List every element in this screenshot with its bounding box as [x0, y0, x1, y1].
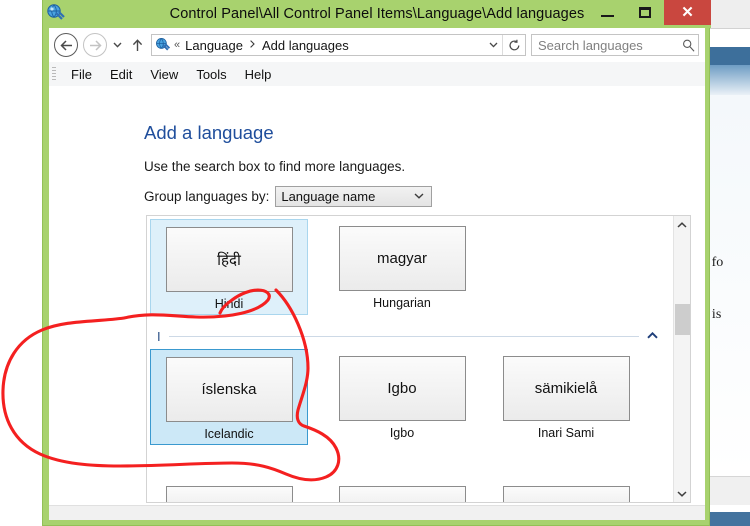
language-tile-label: Igbo [389, 426, 415, 440]
menu-grip-handle[interactable] [52, 67, 56, 81]
search-box[interactable]: Search languages [531, 34, 699, 56]
language-tile-thumbnail: Igbo [338, 356, 466, 421]
address-dropdown-button[interactable] [484, 40, 502, 51]
address-bar[interactable]: « Language Add languages [151, 34, 526, 56]
search-icon[interactable] [678, 39, 698, 52]
language-tile-label: Hungarian [373, 296, 431, 310]
page-title: Add a language [144, 122, 274, 143]
scroll-up-button[interactable] [674, 216, 690, 233]
control-panel-window: Control Panel\All Control Panel Items\La… [42, 0, 711, 526]
screenshot-root: ent fo ack is ote Control Panel\All Cont… [0, 0, 750, 526]
language-tile-thumbnail [338, 486, 466, 502]
chevron-up-icon [677, 221, 687, 228]
group-header-letter: I [157, 328, 161, 344]
navigation-bar: « Language Add languages Search language… [49, 28, 705, 62]
menu-item-file[interactable]: File [62, 65, 101, 84]
language-tile-partial-1[interactable] [150, 479, 308, 502]
language-native-name: हिंदी [217, 250, 241, 269]
menu-item-view[interactable]: View [141, 65, 187, 84]
language-tile-icelandic[interactable]: íslenska Icelandic [150, 349, 308, 445]
language-tile-thumbnail: sämikielå [502, 356, 630, 421]
content-bottom-strip [49, 505, 705, 520]
group-languages-by-row: Group languages by: Language name [144, 186, 433, 207]
maximize-button[interactable] [626, 0, 664, 25]
language-tile-label: Hindi [214, 297, 244, 311]
close-button[interactable]: ✕ [664, 0, 711, 25]
up-one-level-button[interactable] [127, 33, 147, 57]
title-bar[interactable]: Control Panel\All Control Panel Items\La… [43, 0, 711, 28]
language-tile-label: Icelandic [204, 427, 254, 441]
language-native-name: magyar [376, 250, 428, 267]
chevron-up-icon[interactable] [647, 330, 658, 342]
language-tile-hungarian[interactable]: magyar Hungarian [323, 219, 481, 315]
chevron-down-icon [677, 490, 687, 497]
breadcrumb-add-languages[interactable]: Add languages [262, 38, 349, 53]
breadcrumb-separator-icon [250, 39, 255, 51]
content-area: Add a language Use the search box to fin… [49, 86, 705, 520]
forward-button[interactable] [83, 33, 107, 57]
language-tile-partial-3[interactable] [487, 479, 645, 502]
language-tile-thumbnail [165, 486, 293, 502]
group-by-select[interactable]: Language name [275, 186, 433, 207]
address-overflow-chevron[interactable]: « [174, 39, 180, 51]
language-list-viewport: हिंदी Hindi magyar Hungarian I íslenska … [147, 216, 674, 502]
language-tile-partial-2[interactable] [323, 479, 481, 502]
language-globe-icon [46, 3, 66, 23]
menu-item-tools[interactable]: Tools [187, 65, 235, 84]
group-header-rule [168, 335, 639, 337]
back-button[interactable] [54, 33, 78, 57]
language-tile-thumbnail: íslenska [165, 357, 293, 422]
language-tile-thumbnail: magyar [338, 226, 466, 291]
maximize-icon [639, 7, 651, 18]
up-arrow-icon [132, 38, 142, 51]
language-list-scrollbar[interactable] [673, 216, 690, 502]
scrollbar-thumb[interactable] [675, 304, 690, 335]
forward-arrow-icon [89, 39, 102, 51]
back-arrow-icon [59, 39, 72, 51]
chevron-down-icon [414, 191, 431, 202]
scroll-down-button[interactable] [674, 485, 690, 502]
language-tile-hindi[interactable]: हिंदी Hindi [150, 219, 308, 315]
window-controls: ✕ [588, 0, 711, 25]
recent-locations-button[interactable] [109, 33, 125, 57]
search-input[interactable]: Search languages [532, 38, 678, 53]
address-language-globe-icon [155, 37, 171, 53]
minimize-button[interactable] [588, 0, 626, 25]
group-header-i[interactable]: I [157, 324, 662, 348]
menu-bar: File Edit View Tools Help [49, 62, 705, 87]
group-by-value: Language name [281, 189, 376, 204]
chevron-down-icon [489, 42, 497, 48]
refresh-icon [508, 39, 519, 50]
chevron-down-icon [112, 42, 122, 48]
language-native-name: sämikielå [534, 380, 598, 397]
language-native-name: Igbo [387, 380, 417, 397]
language-list[interactable]: हिंदी Hindi magyar Hungarian I íslenska … [146, 215, 691, 503]
language-tile-thumbnail [502, 486, 630, 502]
language-tile-igbo[interactable]: Igbo Igbo [323, 349, 481, 445]
language-tile-thumbnail: हिंदी [165, 227, 293, 292]
breadcrumb-language[interactable]: Language [185, 38, 243, 53]
page-subtitle: Use the search box to find more language… [144, 159, 406, 174]
close-icon: ✕ [681, 4, 694, 21]
language-tile-label: Inari Sami [537, 426, 595, 440]
language-native-name: íslenska [201, 381, 257, 398]
menu-item-edit[interactable]: Edit [101, 65, 141, 84]
menu-item-help[interactable]: Help [236, 65, 281, 84]
group-by-label: Group languages by: [144, 189, 270, 204]
minimize-icon [600, 14, 614, 17]
refresh-button[interactable] [502, 35, 525, 55]
language-tile-inari-sami[interactable]: sämikielå Inari Sami [487, 349, 645, 445]
